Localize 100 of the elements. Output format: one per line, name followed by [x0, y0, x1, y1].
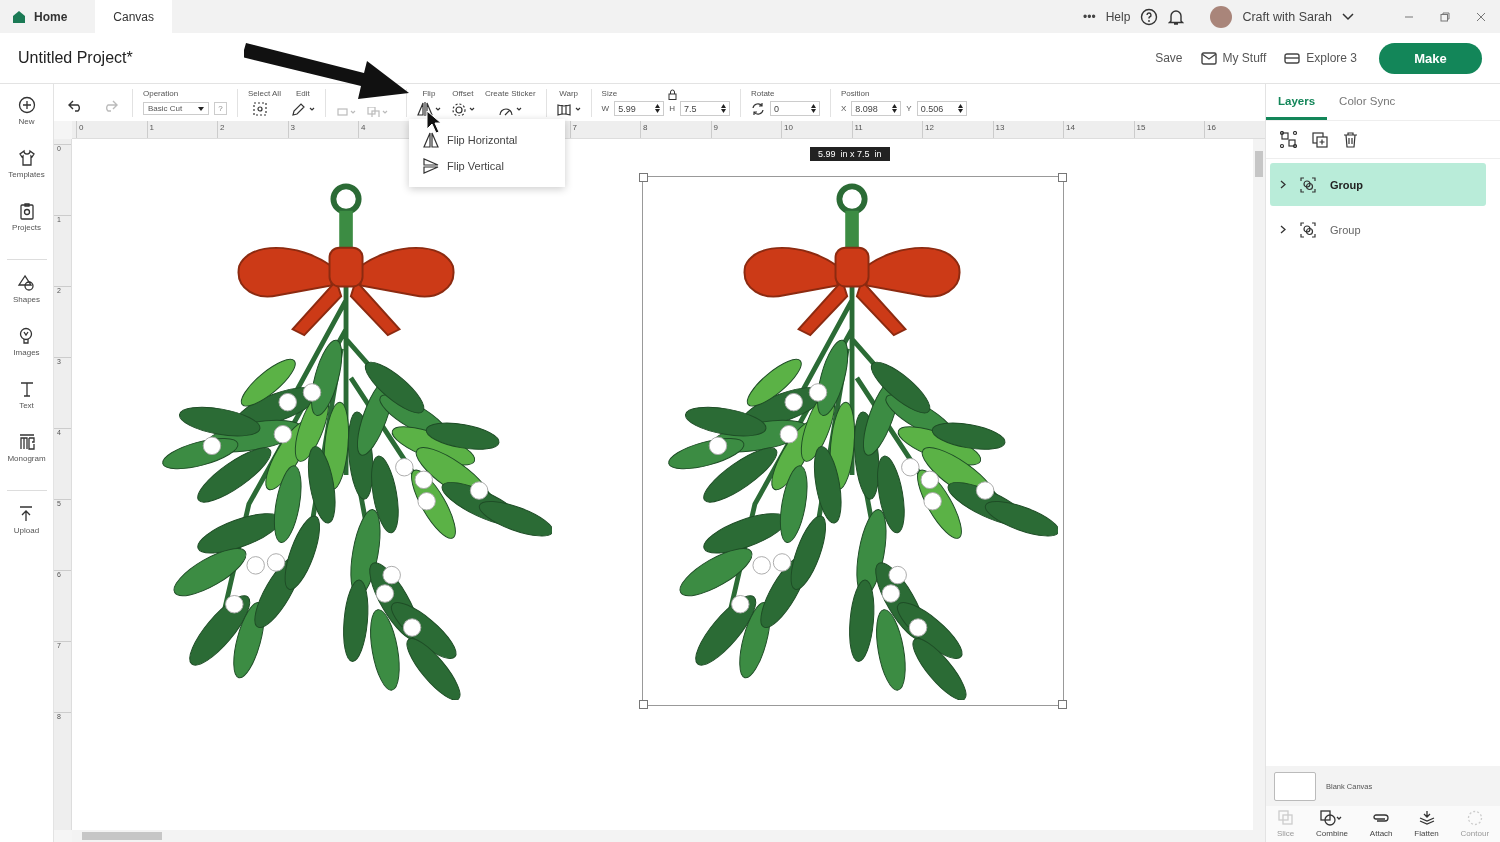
size-label: Size [601, 88, 618, 99]
offset-icon[interactable] [450, 101, 475, 116]
bell-icon[interactable] [1168, 7, 1185, 26]
stepper-arrows-icon[interactable] [957, 104, 963, 113]
ruler-number: 11 [851, 121, 922, 138]
stepper-arrows-icon[interactable] [810, 104, 816, 113]
y-position-field[interactable]: 0.506 [916, 101, 967, 116]
layer-action-button[interactable]: Combine [1316, 810, 1349, 838]
ruler-number: 12 [922, 121, 993, 138]
operation-label: Operation [143, 88, 179, 99]
layer-row[interactable]: Group [1270, 163, 1486, 206]
rotate-field[interactable]: 0 [769, 101, 820, 116]
flip-icon[interactable] [416, 101, 441, 116]
stepper-arrows-icon[interactable] [720, 104, 726, 113]
ruler-number: 14 [1063, 121, 1134, 138]
width-label: W [601, 104, 610, 113]
size-tooltip: 5.99 in x 7.5 in [810, 147, 890, 161]
ruler-number: 1 [146, 121, 217, 138]
position-label: Position [840, 88, 870, 99]
panel-tab[interactable]: Layers [1266, 84, 1328, 120]
tool-label: Offset [452, 88, 474, 99]
canvas-swatch[interactable] [1274, 771, 1316, 801]
layer-action-button[interactable]: Flatten [1414, 810, 1439, 838]
duplicate-icon[interactable] [1312, 131, 1328, 148]
ruler-number: 3 [287, 121, 358, 138]
close-icon[interactable] [1476, 11, 1486, 22]
group-layer-icon [1300, 221, 1316, 238]
contour-icon [1466, 810, 1483, 826]
tool-label: Create Sticker [484, 88, 536, 99]
sidebar-item[interactable]: Upload [13, 505, 40, 558]
machine-selector[interactable]: Explore 3 [1306, 51, 1357, 65]
tool-label: Select All [248, 88, 281, 99]
ruler-number: 8 [640, 121, 711, 138]
ruler-number: 15 [1133, 121, 1204, 138]
stepper-arrows-icon[interactable] [892, 104, 898, 113]
avatar[interactable] [1210, 5, 1233, 28]
menu-item[interactable]: Flip Vertical [409, 153, 565, 179]
help-icon[interactable] [1140, 7, 1159, 26]
layer-row[interactable]: Group [1270, 208, 1486, 251]
chevron-right-icon [1280, 225, 1286, 234]
lock-icon[interactable] [667, 88, 677, 100]
chevron-down-icon[interactable] [1342, 12, 1354, 21]
home-icon [12, 9, 26, 24]
sidebar-item[interactable]: Text [17, 380, 36, 433]
chevron-right-icon [1280, 180, 1286, 189]
tool-label: Edit [296, 88, 310, 99]
ruler-number: 13 [992, 121, 1063, 138]
y-label: Y [906, 104, 912, 113]
monogram-icon [17, 433, 36, 451]
account-menu[interactable]: Craft with Sarah [1242, 9, 1332, 24]
operation-dropdown[interactable]: Basic Cut [143, 102, 209, 115]
help-button[interactable]: ? [214, 102, 227, 115]
tool-label: Flip [422, 88, 436, 99]
sidebar-item[interactable]: Templates [8, 149, 45, 202]
tool-label: Warp [559, 88, 578, 99]
slice-icon [1277, 810, 1294, 826]
ruler-number: 2 [217, 121, 288, 138]
group-layer-icon [1300, 176, 1316, 193]
flip-vertical-icon [423, 158, 439, 174]
warp-icon[interactable] [556, 101, 581, 116]
machine-icon[interactable] [1284, 52, 1301, 64]
width-field[interactable]: 5.99 [614, 101, 665, 116]
ruler-number: 0 [76, 121, 147, 138]
flip-horizontal-icon [423, 132, 439, 148]
my-stuff-button[interactable]: My Stuff [1222, 51, 1267, 65]
ruler-number: 9 [710, 121, 781, 138]
sidebar-item[interactable]: Images [13, 327, 40, 380]
height-field[interactable]: 7.5 [679, 101, 730, 116]
sidebar-item[interactable]: Shapes [12, 274, 41, 327]
make-button[interactable]: Make [1379, 42, 1482, 74]
help-button[interactable]: Help [1105, 9, 1131, 24]
more-button[interactable]: ••• [1083, 9, 1096, 24]
group-icon[interactable] [1280, 131, 1297, 148]
layer-action-button[interactable]: Attach [1369, 810, 1393, 838]
plus-circle-icon [17, 96, 36, 114]
x-position-field[interactable]: 8.098 [851, 101, 902, 116]
rotate-label: Rotate [750, 88, 775, 99]
shapes-icon [17, 274, 36, 292]
stepper-arrows-icon[interactable] [655, 104, 661, 113]
app-tab[interactable]: Canvas [95, 0, 173, 33]
envelope-icon[interactable] [1200, 51, 1217, 65]
height-label: H [669, 104, 675, 113]
ruler-number: 16 [1204, 121, 1275, 138]
clipboard-icon [17, 202, 36, 220]
sidebar-item[interactable]: Projects [12, 202, 41, 255]
restore-icon[interactable] [1440, 11, 1450, 22]
save-button[interactable]: Save [1155, 51, 1183, 65]
caret-icon [198, 106, 204, 111]
trash-icon[interactable] [1343, 131, 1358, 148]
ruler-number: 7 [569, 121, 640, 138]
sidebar-item[interactable]: New [17, 96, 36, 149]
pencil-icon[interactable] [290, 101, 315, 116]
sidebar-item[interactable]: Monogram [7, 433, 46, 486]
shirt-icon [17, 149, 36, 167]
rotate-icon [750, 101, 765, 116]
project-title: Untitled Project* [18, 49, 133, 67]
panel-tab[interactable]: Color Sync [1327, 84, 1408, 120]
ruler-number: 10 [781, 121, 852, 138]
x-label: X [840, 104, 847, 113]
layers-icon [1418, 810, 1435, 826]
